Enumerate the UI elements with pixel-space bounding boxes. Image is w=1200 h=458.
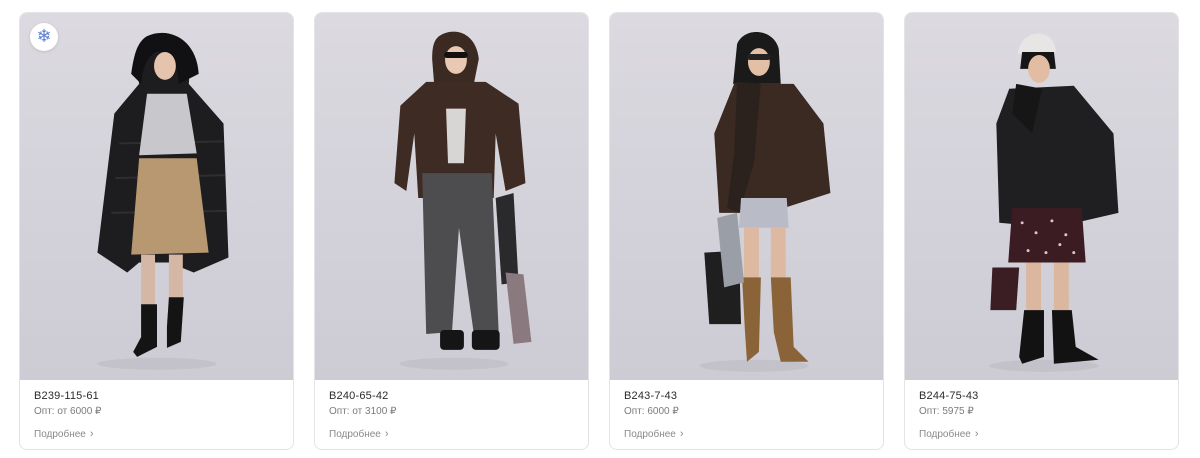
product-card[interactable]: B240-65-42 Опт: от 3100 ₽ Подробнее › — [314, 12, 589, 450]
product-price: Опт: 5975 ₽ — [919, 406, 974, 417]
more-link[interactable]: Подробнее › — [329, 428, 389, 441]
product-info: B243-7-43 Опт: 6000 ₽ — [624, 389, 873, 418]
product-sku: B243-7-43 — [624, 390, 678, 402]
product-grid: ❄ B239-115-61 Опт: от 6000 ₽ Подробнее › — [0, 0, 1200, 458]
product-card[interactable]: B243-7-43 Опт: 6000 ₽ Подробнее › — [609, 12, 884, 450]
product-price: Опт: от 6000 ₽ — [34, 406, 102, 417]
product-price: Опт: от 3100 ₽ — [329, 406, 397, 417]
more-link-label: Подробнее — [329, 429, 381, 440]
snowflake-icon: ❄ — [36, 26, 52, 47]
chevron-right-icon: › — [679, 428, 684, 440]
product-price: Опт: 6000 ₽ — [624, 406, 679, 417]
chevron-right-icon: › — [384, 428, 389, 440]
product-info: B244-75-43 Опт: 5975 ₽ — [919, 389, 1168, 418]
chevron-right-icon: › — [89, 428, 94, 440]
product-sku: B244-75-43 — [919, 390, 979, 402]
product-photo[interactable] — [610, 13, 883, 380]
product-photo[interactable] — [315, 13, 588, 380]
model-figure-illustration — [97, 32, 229, 370]
more-link-label: Подробнее — [624, 429, 676, 440]
product-info: B240-65-42 Опт: от 3100 ₽ — [329, 389, 578, 418]
winter-badge: ❄ — [30, 23, 58, 51]
product-sku: B240-65-42 — [329, 390, 389, 402]
product-card[interactable]: ❄ B239-115-61 Опт: от 6000 ₽ Подробнее › — [19, 12, 294, 450]
more-link[interactable]: Подробнее › — [624, 428, 684, 441]
product-sku: B239-115-61 — [34, 390, 99, 402]
model-figure-illustration — [989, 33, 1119, 372]
more-link[interactable]: Подробнее › — [919, 428, 979, 441]
more-link[interactable]: Подробнее › — [34, 428, 94, 441]
product-info: B239-115-61 Опт: от 6000 ₽ — [34, 389, 283, 418]
product-card[interactable]: B244-75-43 Опт: 5975 ₽ Подробнее › — [904, 12, 1179, 450]
product-photo[interactable]: ❄ — [20, 13, 293, 380]
chevron-right-icon: › — [974, 428, 979, 440]
more-link-label: Подробнее — [919, 429, 971, 440]
more-link-label: Подробнее — [34, 429, 86, 440]
model-figure-illustration — [699, 31, 831, 372]
model-figure-illustration — [394, 31, 532, 370]
product-photo[interactable] — [905, 13, 1178, 380]
